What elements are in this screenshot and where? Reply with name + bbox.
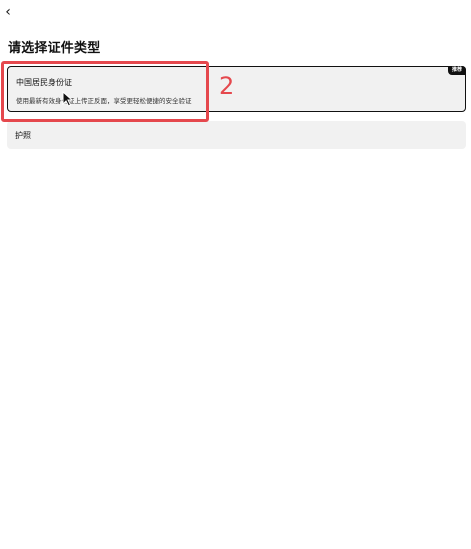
back-button[interactable]: ‹ <box>2 4 14 20</box>
page: ‹ 请选择证件类型 中国居民身份证 使用最新有效身份证上传正反面，享受更轻松便捷… <box>0 0 471 549</box>
step-number-label: 2 <box>219 72 235 100</box>
page-title: 请选择证件类型 <box>8 41 101 56</box>
step-highlight-box <box>1 61 209 122</box>
option-passport[interactable]: 护照 <box>7 121 466 149</box>
chevron-left-icon: ‹ <box>5 4 11 20</box>
recommended-badge: 推荐 <box>447 66 466 75</box>
mouse-cursor-icon <box>62 91 74 107</box>
option-title: 护照 <box>15 131 31 140</box>
